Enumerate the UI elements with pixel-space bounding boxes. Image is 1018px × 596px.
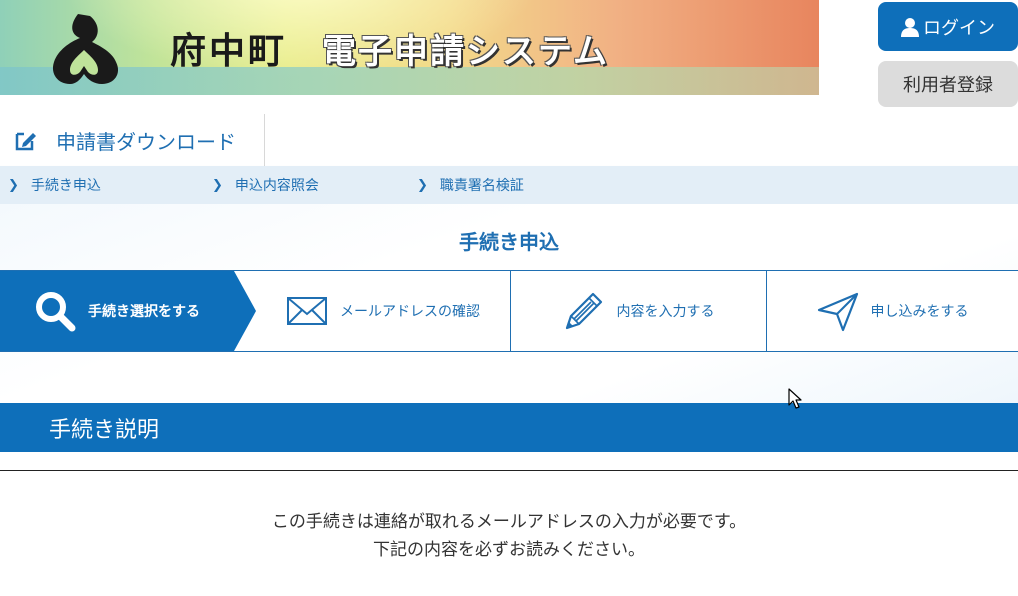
step-enter-content: 内容を入力する — [511, 271, 766, 351]
global-nav: ❯ 手続き申込 ❯ 申込内容照会 ❯ 職責署名検証 — [0, 166, 1018, 204]
nav-item-application[interactable]: ❯ 手続き申込 — [8, 166, 101, 204]
page-title: 手続き申込 — [459, 230, 559, 254]
step-select-procedure: 手続き選択をする — [0, 271, 256, 351]
download-label: 申請書ダウンロード — [56, 129, 236, 154]
description-line: この手続きは連絡が取れるメールアドレスの入力が必要です。 — [271, 512, 747, 532]
step-confirm-email: メールアドレスの確認 — [256, 271, 510, 351]
section-title-label: 手続き説明 — [49, 417, 160, 443]
step-label: 内容を入力する — [616, 304, 715, 320]
nav-item-label: 申込内容照会 — [234, 178, 319, 194]
nav-item-label: 手続き申込 — [30, 178, 101, 194]
divider — [0, 470, 1018, 471]
system-name: 電子申請システム — [322, 32, 609, 72]
description-line: 下記の内容を必ずお読みください。 — [373, 540, 645, 560]
chevron-right-icon: ❯ — [417, 177, 428, 193]
nav-item-inquiry[interactable]: ❯ 申込内容照会 — [212, 166, 319, 204]
procedure-description: この手続きは連絡が取れるメールアドレスの入力が必要です。 下記の内容を必ずお読み… — [0, 508, 1018, 564]
step-label: 手続き選択をする — [88, 304, 200, 320]
login-button[interactable]: ログイン — [878, 2, 1018, 51]
mail-icon — [287, 297, 327, 325]
user-icon — [901, 17, 919, 37]
nav-item-signature-verify[interactable]: ❯ 職責署名検証 — [417, 166, 524, 204]
town-emblem-icon — [52, 14, 119, 84]
section-title: 手続き説明 — [0, 403, 1018, 452]
step-label: 申し込みをする — [870, 304, 969, 320]
header-banner: 府中町 電子申請システム — [0, 0, 819, 95]
chevron-right-icon: ❯ — [8, 177, 19, 193]
send-icon — [817, 292, 858, 332]
edit-document-icon — [15, 132, 36, 151]
download-link[interactable]: 申請書ダウンロード — [0, 114, 265, 166]
town-name: 府中町 — [170, 30, 288, 72]
login-label: ログイン — [923, 17, 995, 39]
step-label: メールアドレスの確認 — [340, 304, 480, 320]
step-submit: 申し込みをする — [767, 271, 1018, 351]
mouse-pointer-icon — [788, 388, 802, 409]
search-icon — [36, 292, 76, 332]
pencil-icon — [565, 292, 602, 330]
register-label: 利用者登録 — [903, 75, 993, 96]
chevron-right-icon: ❯ — [212, 177, 223, 193]
nav-item-label: 職責署名検証 — [439, 178, 524, 194]
register-button[interactable]: 利用者登録 — [878, 61, 1018, 107]
step-indicator: 手続き選択をする メールアドレスの確認 内容を入力する 申し込みをする — [0, 270, 1018, 352]
